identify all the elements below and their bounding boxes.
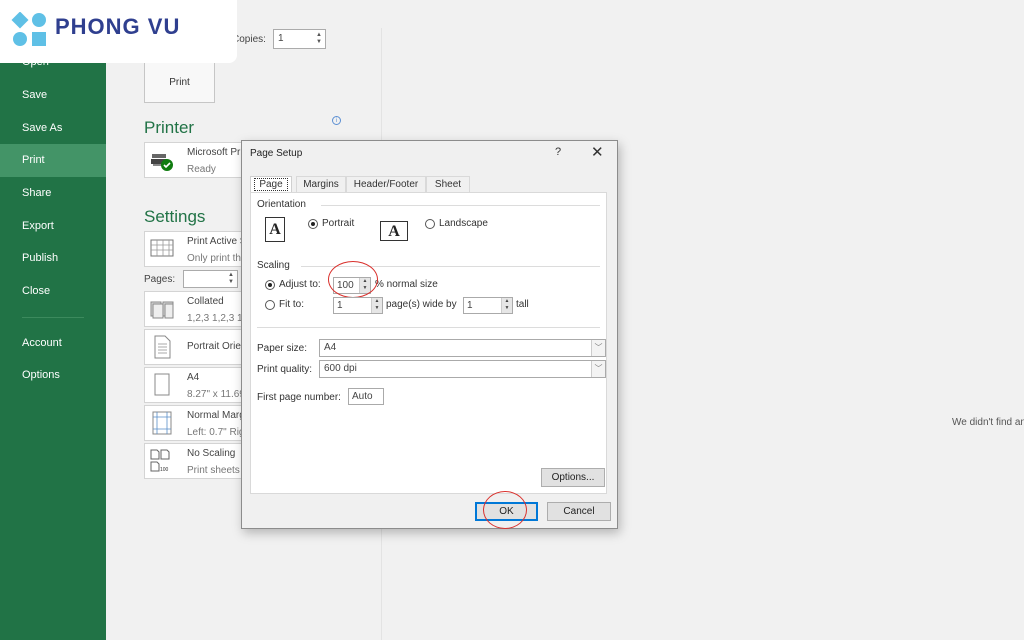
help-button[interactable]: ? — [555, 146, 561, 158]
nav-item-print[interactable]: Print — [0, 144, 106, 177]
print-quality-label: Print quality: — [257, 364, 313, 375]
scaling-bottom-divider — [257, 327, 600, 328]
svg-text:100: 100 — [160, 467, 169, 473]
fit-wide-value: 1 — [337, 300, 343, 311]
portrait-radio[interactable] — [308, 219, 318, 229]
portrait-label-text: Portrait — [322, 218, 355, 229]
print-quality-select[interactable]: 600 dpi ﹀ — [319, 360, 606, 378]
fit-wide-spinner[interactable]: ▲ ▼ — [371, 298, 382, 313]
first-page-input[interactable]: Auto — [348, 388, 384, 405]
paper-size-select[interactable]: A4 ﹀ — [319, 339, 606, 357]
tab-page[interactable]: Page — [250, 176, 292, 193]
page-tab-panel: Orientation A Portrait A Landscape Scali… — [250, 192, 607, 494]
nav-item-publish[interactable]: Publish — [0, 242, 106, 275]
setting-subtitle: 8.27" x 11.69" — [187, 389, 249, 400]
fit-tall-suffix: tall — [516, 299, 529, 310]
adjust-to-radio[interactable] — [265, 280, 275, 290]
cancel-button[interactable]: Cancel — [547, 502, 611, 521]
setting-title: No Scaling — [187, 448, 236, 459]
landscape-radio[interactable] — [425, 219, 435, 229]
page-setup-dialog: Page Setup ? ✕ Page Margins Header/Foote… — [241, 140, 618, 529]
tab-header-footer[interactable]: Header/Footer — [346, 176, 426, 192]
chevron-down-icon[interactable]: ﹀ — [591, 361, 605, 377]
adjust-suffix: % normal size — [375, 279, 438, 290]
first-page-value: Auto — [352, 391, 373, 402]
chevron-down-icon[interactable]: ﹀ — [591, 340, 605, 356]
orientation-divider — [321, 205, 600, 206]
brand-logo: PHONG VU — [0, 0, 237, 63]
paper-size-icon — [154, 373, 170, 396]
setting-title: A4 — [187, 372, 200, 383]
setting-title: Collated — [187, 296, 224, 307]
logo-text: PHONG VU — [55, 14, 181, 39]
fit-tall-value: 1 — [467, 300, 473, 311]
fit-to-radio[interactable] — [265, 300, 275, 310]
orientation-label: Orientation — [257, 199, 310, 210]
annotation-circle-ok — [483, 491, 527, 529]
tab-sheet[interactable]: Sheet — [426, 176, 470, 192]
portrait-page-icon — [154, 335, 171, 359]
copies-value: 1 — [278, 33, 284, 44]
close-button[interactable]: ✕ — [591, 143, 604, 161]
nav-item-export[interactable]: Export — [0, 210, 106, 243]
pages-label: Pages: — [144, 274, 176, 285]
printer-title: Printer — [144, 118, 195, 137]
paper-size-label: Paper size: — [257, 343, 308, 354]
print-button[interactable]: Print — [144, 60, 215, 103]
nav-item-save[interactable]: Save — [0, 79, 106, 112]
pages-input[interactable]: ▲ ▼ — [183, 270, 238, 288]
tab-margins[interactable]: Margins — [296, 176, 346, 192]
nav-item-account[interactable]: Account — [0, 327, 106, 360]
fit-wide-input[interactable]: 1 ▲ ▼ — [333, 297, 383, 314]
nav-item-share[interactable]: Share — [0, 177, 106, 210]
landscape-icon: A — [380, 221, 408, 241]
setting-print-active-sheets[interactable]: Print Active Sheets Only print the activ… — [144, 231, 308, 267]
landscape-label[interactable]: Landscape — [439, 218, 488, 229]
setting-scaling[interactable]: 100 No Scaling Print sheets at their act… — [144, 443, 323, 479]
nav-item-options[interactable]: Options — [0, 359, 106, 392]
dialog-title: Page Setup — [250, 148, 303, 159]
fit-tall-input[interactable]: 1 ▲ ▼ — [463, 297, 513, 314]
portrait-icon: A — [265, 217, 285, 242]
scaling-icon: 100 — [150, 449, 170, 473]
annotation-circle-scale — [328, 261, 378, 298]
backstage-nav: Open Save Save As Print Share Export Pub… — [0, 0, 106, 640]
options-button[interactable]: Options... — [541, 468, 605, 487]
copies-input[interactable]: 1 ▲ ▼ — [273, 29, 326, 49]
sheet-grid-icon — [150, 239, 174, 257]
setting-orientation[interactable]: Portrait Orientation — [144, 329, 271, 365]
preview-empty-message: We didn't find anything to print. — [952, 417, 1024, 428]
info-icon[interactable]: i — [332, 116, 341, 125]
tab-page-label: Page — [254, 178, 288, 191]
paper-size-value: A4 — [324, 342, 337, 353]
fit-wide-suffix: page(s) wide by — [386, 299, 457, 310]
pages-spinner[interactable]: ▲ ▼ — [227, 272, 235, 286]
landscape-label-text: Landscape — [439, 218, 488, 229]
logo-mark-icon — [11, 12, 46, 46]
copies-label: Copies: — [232, 34, 266, 45]
portrait-label[interactable]: Portrait — [322, 218, 354, 229]
setting-collated[interactable]: Collated 1,2,3 1,2,3 1,2,3 — [144, 291, 259, 327]
adjust-to-label[interactable]: Adjust to: — [279, 279, 321, 290]
print-quality-value: 600 dpi — [324, 363, 357, 374]
copies-spinner[interactable]: ▲ ▼ — [315, 32, 323, 46]
printer-icon — [151, 154, 173, 171]
margins-icon — [152, 411, 172, 435]
nav-item-save-as[interactable]: Save As — [0, 112, 106, 145]
fit-to-label[interactable]: Fit to: — [279, 299, 304, 310]
nav-item-close[interactable]: Close — [0, 275, 106, 308]
fit-tall-spinner[interactable]: ▲ ▼ — [501, 298, 512, 313]
printer-status: Ready — [187, 164, 216, 175]
settings-title: Settings — [144, 207, 206, 226]
scaling-label: Scaling — [257, 260, 294, 271]
collated-icon — [150, 301, 174, 319]
setting-margins[interactable]: Normal Margins Left: 0.7" Right: 0.7" — [144, 405, 276, 441]
printer-selector[interactable]: Microsoft Print to PDF Ready — [144, 142, 285, 178]
first-page-label: First page number: — [257, 392, 341, 403]
setting-paper-size[interactable]: A4 8.27" x 11.69" — [144, 367, 254, 403]
nav-divider — [22, 317, 84, 318]
